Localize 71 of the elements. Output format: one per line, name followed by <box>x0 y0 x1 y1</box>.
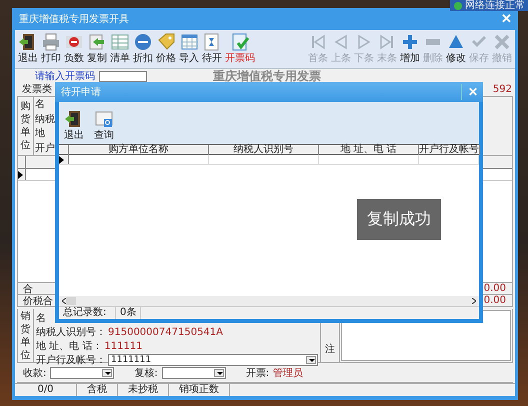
status-cell: 销项正数 <box>169 384 230 396</box>
seller-side-label: 销货单位 <box>20 310 30 362</box>
field-label: 开户行及帐号： <box>36 354 106 367</box>
printer-icon <box>41 32 61 52</box>
field-label: 地 址、电 话： <box>36 340 102 353</box>
document-check-icon <box>230 32 250 52</box>
status-cell: 未抄税 <box>118 384 169 396</box>
field-label: 开户 <box>35 142 55 155</box>
bank-account-dropdown[interactable]: 1111111 <box>108 354 318 366</box>
toolbar-button[interactable]: 负数 <box>63 32 85 66</box>
issuer-label: 开票: <box>246 366 270 380</box>
scroll-thumb[interactable] <box>66 297 76 305</box>
row-pointer-icon <box>18 170 23 178</box>
payee-label: 收款: <box>23 366 46 380</box>
toolbar-button[interactable]: 打印 <box>40 32 62 66</box>
reviewer-dropdown[interactable] <box>162 366 226 378</box>
invoice-type-label: 发票类 <box>22 82 52 96</box>
scroll-left-icon[interactable] <box>62 298 66 304</box>
toast-message: 复制成功 <box>357 199 441 240</box>
document-arrow-icon <box>87 32 107 52</box>
field-label: 地 <box>35 126 45 140</box>
toolbar-button[interactable]: 退出 <box>17 32 39 66</box>
field-value: 111111 <box>104 340 143 352</box>
buyer-side-label: 购货单位 <box>20 100 30 152</box>
invoice-heading: 重庆增值税专用发票 <box>213 68 321 84</box>
payee-dropdown[interactable] <box>50 366 114 378</box>
status-cell: 含税 <box>77 384 118 396</box>
invoice-code-label: 请输入开票码 <box>35 70 95 83</box>
column-header: 地 址、电 话 <box>319 145 419 155</box>
invoice-code-field[interactable] <box>99 70 147 82</box>
toolbar-button[interactable]: 导入 <box>178 32 200 66</box>
column-header: 纳税人识别号 <box>209 145 319 155</box>
network-status-text: 网络连接正常 <box>465 0 525 11</box>
record-count: 0条 <box>116 307 142 319</box>
record-count-label: 总记录数: <box>59 307 116 319</box>
horizontal-scrollbar[interactable] <box>59 296 479 306</box>
table-icon <box>110 32 130 52</box>
toolbar-button[interactable]: 价格 <box>155 32 177 66</box>
total-value: 0.00 <box>484 283 507 294</box>
toolbar-button[interactable]: 折扣 <box>132 32 154 66</box>
field-label: 纳税人识别号： <box>36 326 106 339</box>
field-label: 名 <box>36 312 46 325</box>
window-title: 重庆增值税专用发票开具 <box>19 12 129 26</box>
toolbar-button[interactable]: 复制 <box>86 32 108 66</box>
column-header: 开户行及帐号 <box>419 145 480 155</box>
tax-total-value: 0.00 <box>484 295 507 306</box>
minus-icon <box>426 39 440 46</box>
price-tag-icon <box>156 32 176 52</box>
total-label: 合 <box>22 282 33 296</box>
toolbar-button[interactable]: 开票码 <box>224 32 256 66</box>
dialog-title: 待开申请 <box>61 86 101 99</box>
issuer-name: 管理员 <box>273 366 304 380</box>
toolbar-button[interactable]: 修改 <box>445 32 467 66</box>
column-header: 购方单位名称 <box>69 145 209 155</box>
toolbar-button[interactable]: 待开 <box>201 32 223 66</box>
row-pointer-icon <box>59 156 64 164</box>
toolbar-button[interactable]: 增加 <box>399 32 421 66</box>
field-value: 91500000747150541A <box>108 326 223 338</box>
toolbar-button[interactable]: 清单 <box>109 32 131 66</box>
reviewer-label: 复核: <box>134 366 158 380</box>
toolbar-button[interactable]: 查询 <box>93 109 115 142</box>
tax-total-label: 价税合 <box>22 294 53 308</box>
status-cell: 0/0 <box>15 384 77 396</box>
calendar-icon <box>179 32 199 52</box>
field-label: 名 <box>35 98 45 112</box>
toolbar-button[interactable]: 退出 <box>63 109 85 142</box>
field-label: 纳税 <box>35 112 55 126</box>
invoice-number-fragment: 592 <box>492 84 513 94</box>
window-search-icon <box>94 109 114 129</box>
scroll-right-icon[interactable] <box>472 298 476 304</box>
remarks-label: 注 <box>324 342 335 356</box>
